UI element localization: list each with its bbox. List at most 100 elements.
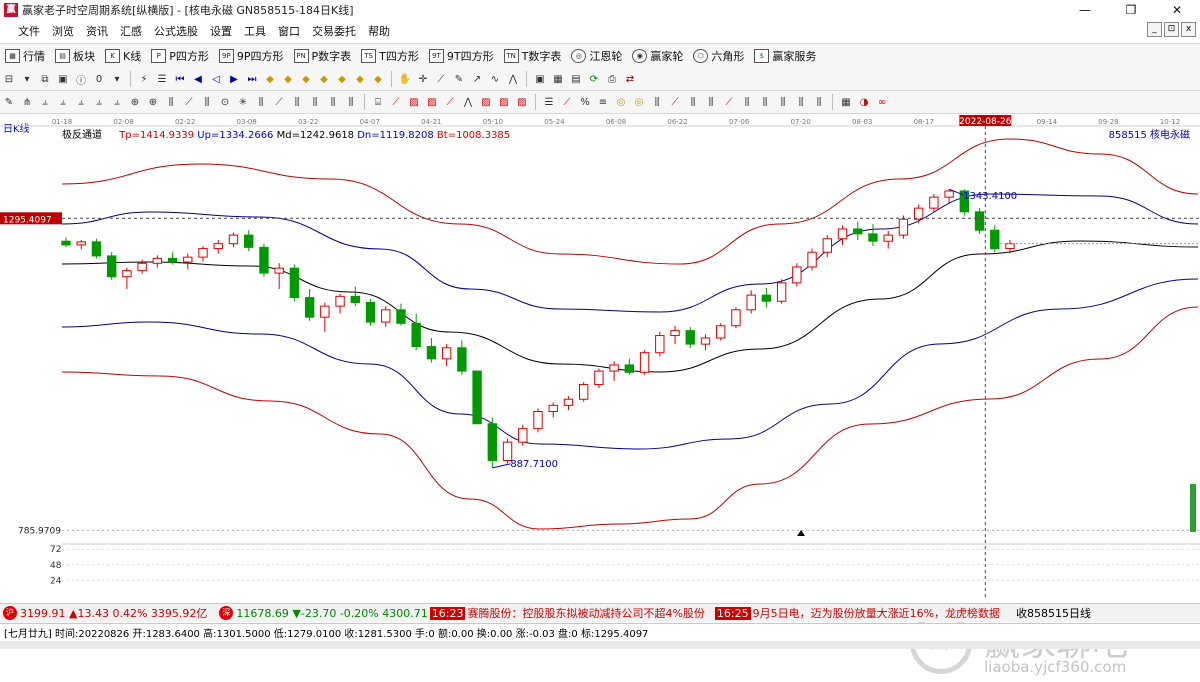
toolbar-t-square-button[interactable]: TS T四方形	[356, 48, 424, 64]
bars-icon[interactable]: ⫼	[254, 95, 268, 109]
comb-icon[interactable]: ⫨	[110, 95, 124, 109]
pen-icon[interactable]: ✎	[452, 72, 466, 86]
cycle-icon[interactable]: ⊕	[146, 95, 160, 109]
menu-info[interactable]: 资讯	[80, 23, 114, 39]
target-icon[interactable]: ⊙	[218, 95, 232, 109]
circle-icon[interactable]: ◎	[632, 95, 646, 109]
trend-icon[interactable]: ⟋	[560, 95, 574, 109]
bars-icon[interactable]: ⫼	[344, 95, 358, 109]
menu-sense[interactable]: 汇感	[114, 23, 148, 39]
bars-icon[interactable]: ⫼	[758, 95, 772, 109]
toolbar-gann-wheel-button[interactable]: ◎ 江恩轮	[566, 48, 627, 64]
menu-window[interactable]: 窗口	[272, 23, 306, 39]
first-bar-icon[interactable]: ⏮	[173, 72, 187, 86]
bars-icon[interactable]: ⫼	[704, 95, 718, 109]
dropdown-arrow-icon[interactable]: ▾	[20, 72, 34, 86]
zero-icon[interactable]: 0	[92, 72, 106, 86]
hatch-icon[interactable]: ▨	[497, 95, 511, 109]
bars-icon[interactable]: ⫼	[290, 95, 304, 109]
menu-tools[interactable]: 工具	[238, 23, 272, 39]
bars-icon[interactable]: ⫼	[164, 95, 178, 109]
copy-icon[interactable]: ⧉	[38, 72, 52, 86]
toolbar-blocks-button[interactable]: ▤ 板块	[50, 48, 100, 64]
fan-lines-icon[interactable]: ⋔	[20, 95, 34, 109]
trend-icon[interactable]: ⟋	[272, 95, 286, 109]
bars-icon[interactable]: ⫼	[326, 95, 340, 109]
menu-formula[interactable]: 公式选股	[148, 23, 204, 39]
fan-icon[interactable]: ⟋	[668, 95, 682, 109]
mdi-minimize-button[interactable]: _	[1147, 22, 1162, 37]
toolbar-9t-square-button[interactable]: 9T 9T四方形	[424, 48, 499, 64]
bars-icon[interactable]: ⫼	[686, 95, 700, 109]
diamond-icon[interactable]: ◆	[281, 72, 295, 86]
diamond-icon[interactable]: ◆	[299, 72, 313, 86]
formula-icon[interactable]: ⚡	[137, 72, 151, 86]
minimize-button[interactable]: —	[1062, 0, 1108, 20]
zigzag-icon[interactable]: ⋀	[506, 72, 520, 86]
menu-help[interactable]: 帮助	[362, 23, 396, 39]
comb-icon[interactable]: ⫨	[38, 95, 52, 109]
toolbar-service-button[interactable]: $ 赢家服务	[749, 48, 821, 64]
bars-icon[interactable]: ⫼	[200, 95, 214, 109]
hand-icon[interactable]: ✋	[398, 72, 412, 86]
close-button[interactable]: ✕	[1154, 0, 1200, 20]
bars-icon[interactable]: ⫼	[740, 95, 754, 109]
mdi-close-button[interactable]: x	[1181, 22, 1196, 37]
table-icon[interactable]: ▦	[551, 72, 565, 86]
kline-chart-panel[interactable]: 日K线 极反通道 Tp=1414.9339 Up=1334.2666 Md=12…	[0, 114, 1200, 676]
fib-icon[interactable]: ≡	[596, 95, 610, 109]
box-icon[interactable]: ⌸	[371, 95, 385, 109]
trend-icon[interactable]: ⟋	[443, 95, 457, 109]
bars-icon[interactable]: ⫼	[776, 95, 790, 109]
trend-icon[interactable]: ⟋	[182, 95, 196, 109]
toolbar-t-table-button[interactable]: TN T数字表	[499, 48, 567, 64]
mdi-restore-button[interactable]: ⊡	[1164, 22, 1179, 37]
next-bar-icon[interactable]: ▶	[227, 72, 241, 86]
hatch-icon[interactable]: ▨	[479, 95, 493, 109]
circle-icon[interactable]: ◎	[614, 95, 628, 109]
chart-type-icon[interactable]: ⊟	[2, 72, 16, 86]
save-icon[interactable]: ▣	[533, 72, 547, 86]
comb-icon[interactable]: ⫨	[74, 95, 88, 109]
ruler-icon[interactable]: ☰	[542, 95, 556, 109]
menu-trade[interactable]: 交易委托	[306, 23, 362, 39]
wave-icon[interactable]: ∿	[488, 72, 502, 86]
info-icon[interactable]: ⓘ	[74, 72, 88, 87]
toolbar-p-square-button[interactable]: P P四方形	[146, 48, 214, 64]
bars-icon[interactable]: ⫼	[650, 95, 664, 109]
pencil-icon[interactable]: ✎	[2, 95, 16, 109]
diamond-icon[interactable]: ◆	[335, 72, 349, 86]
toolbar-winner-wheel-button[interactable]: ◉ 赢家轮	[627, 48, 688, 64]
toolbar-quotes-button[interactable]: ▦ 行情	[0, 48, 50, 64]
maximize-button[interactable]: ❐	[1108, 0, 1154, 20]
print-icon[interactable]: ⎙	[605, 72, 619, 86]
menu-settings[interactable]: 设置	[204, 23, 238, 39]
toolbar-9p-square-button[interactable]: 9P 9P四方形	[214, 48, 289, 64]
line-tool-icon[interactable]: ⟋	[434, 72, 448, 86]
bars-icon[interactable]: ⫼	[812, 95, 826, 109]
toolbar-p-table-button[interactable]: PN P数字表	[289, 48, 357, 64]
color-wheel-icon[interactable]: ◑	[857, 95, 871, 109]
play-back-icon[interactable]: ◁	[209, 72, 223, 86]
refresh-icon[interactable]: ⟳	[587, 72, 601, 86]
news-item[interactable]: 9月5日电，迈为股份放量大涨近16%，龙虎榜数据	[753, 605, 1000, 621]
grid-icon[interactable]: ▦	[839, 95, 853, 109]
menu-file[interactable]: 文件	[0, 23, 46, 39]
menu-browse[interactable]: 浏览	[46, 23, 80, 39]
dropdown-arrow-icon[interactable]: ▾	[110, 72, 124, 86]
hatch-icon[interactable]: ▨	[425, 95, 439, 109]
prev-bar-icon[interactable]: ◀	[191, 72, 205, 86]
toolbar-hexagon-button[interactable]: ⬡ 六角形	[688, 48, 749, 64]
diamond-icon[interactable]: ◆	[371, 72, 385, 86]
cycle-icon[interactable]: ⊕	[128, 95, 142, 109]
diamond-icon[interactable]: ◆	[317, 72, 331, 86]
toolbar-kline-button[interactable]: K K线	[100, 48, 146, 64]
hatch-icon[interactable]: ▨	[407, 95, 421, 109]
chart-canvas[interactable]: 01-18 02-08 02-22 03-08 03-22 04-07 04-21 05-10…	[0, 114, 1200, 599]
diamond-icon[interactable]: ◆	[353, 72, 367, 86]
report-icon[interactable]: ▤	[569, 72, 583, 86]
comb-icon[interactable]: ⫨	[92, 95, 106, 109]
diamond-icon[interactable]: ◆	[263, 72, 277, 86]
last-bar-icon[interactable]: ⏭	[245, 72, 259, 86]
trend-icon[interactable]: ⟋	[389, 95, 403, 109]
